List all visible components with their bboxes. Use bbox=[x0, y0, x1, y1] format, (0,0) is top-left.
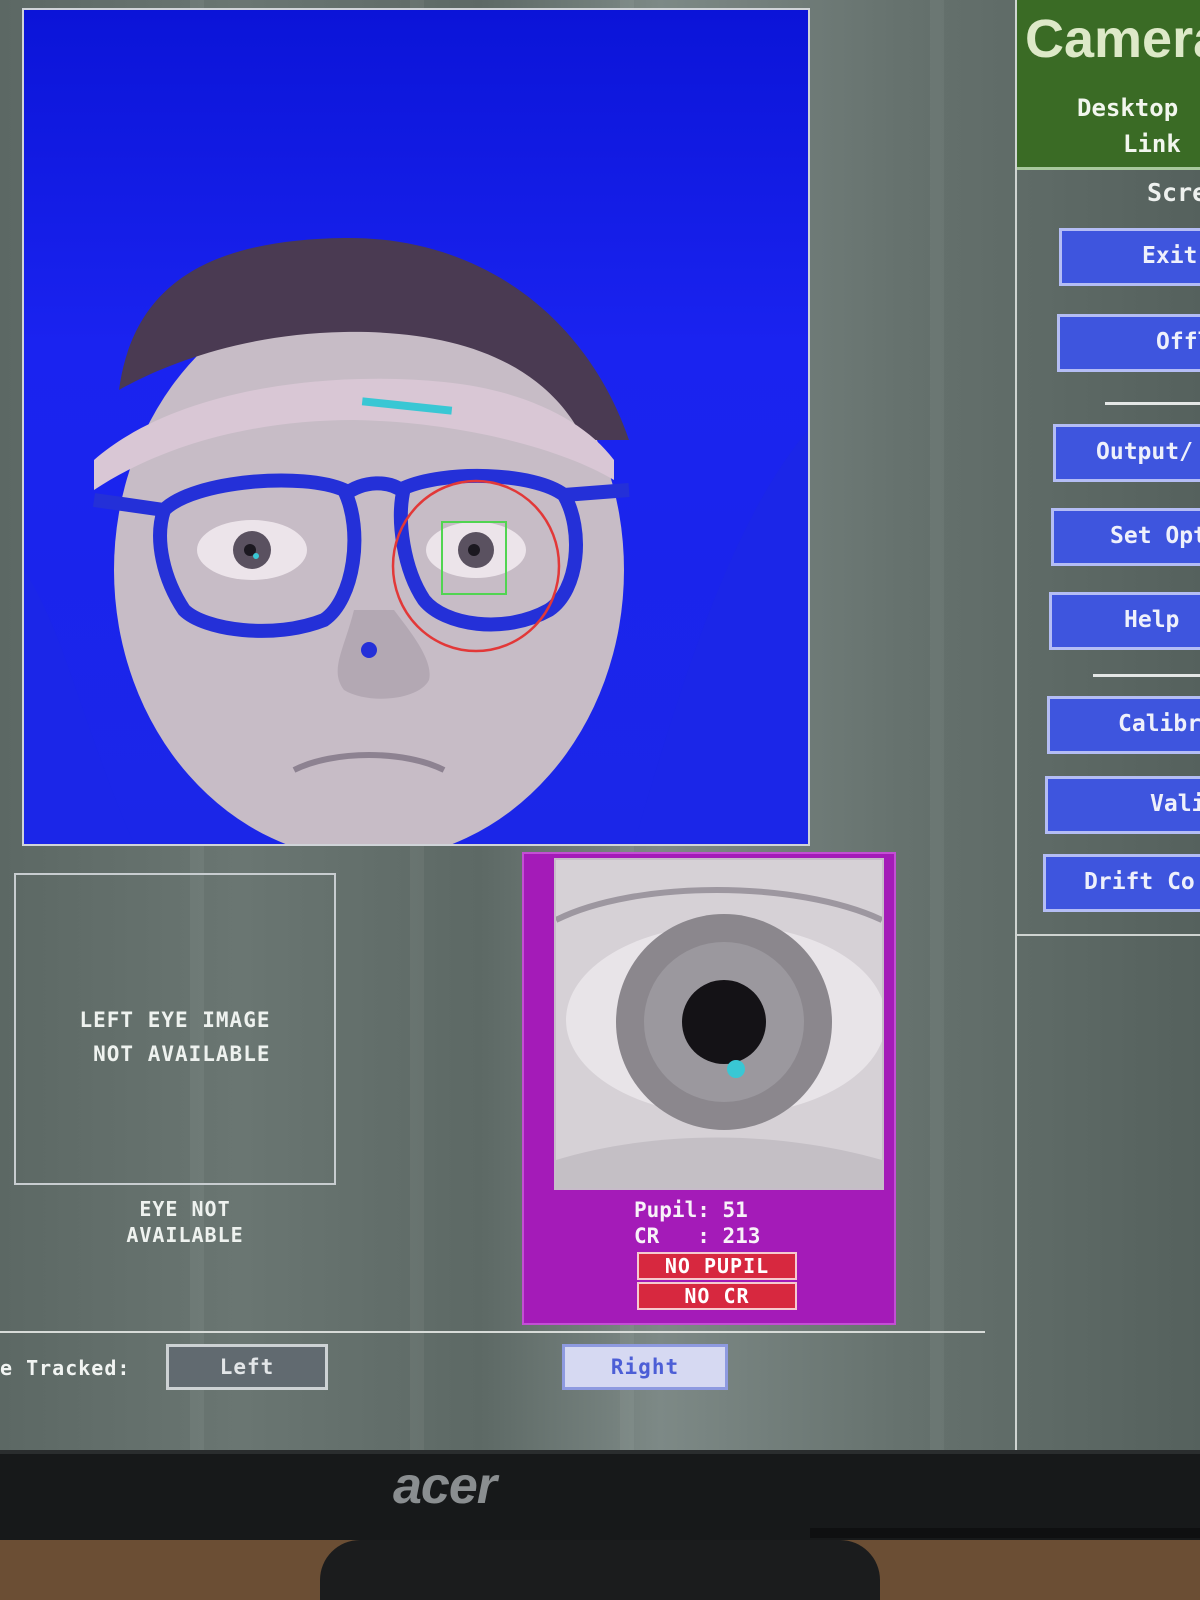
eye-right-button[interactable]: Right bbox=[562, 1344, 728, 1390]
eye-tracked-label: e Tracked: bbox=[0, 1356, 131, 1380]
output-button[interactable]: Output/ bbox=[1053, 424, 1200, 482]
left-eye-status: EYE NOT AVAILABLE bbox=[126, 1197, 244, 1247]
no-cr-status: NO CR bbox=[637, 1282, 797, 1310]
set-options-button[interactable]: Set Opt bbox=[1051, 508, 1200, 566]
offline-button[interactable]: Offl bbox=[1057, 314, 1200, 372]
camera-image bbox=[22, 8, 810, 846]
brand-logo: acer bbox=[393, 1457, 497, 1515]
pupil bbox=[682, 980, 766, 1064]
calibrate-button[interactable]: Calibr bbox=[1047, 696, 1200, 754]
left-eye-panel: LEFT EYE IMAGE NOT AVAILABLE bbox=[14, 873, 336, 1185]
sidebar-subtitle-line2: Link bbox=[1123, 130, 1181, 158]
sidebar-header: Camera Desktop Link bbox=[1017, 0, 1200, 170]
sidebar-subtitle-line1: Desktop bbox=[1077, 94, 1179, 122]
cr-readout: CR : 213 bbox=[634, 1224, 761, 1248]
monitor-screen: LEFT EYE IMAGE NOT AVAILABLE EYE NOT AVA… bbox=[0, 0, 1200, 1450]
separator bbox=[1093, 674, 1200, 677]
corneal-reflection bbox=[727, 1060, 745, 1078]
monitor-buttons bbox=[810, 1528, 1200, 1538]
left-eye-unavailable-message: LEFT EYE IMAGE NOT AVAILABLE bbox=[79, 1008, 271, 1066]
no-pupil-status: NO PUPIL bbox=[637, 1252, 797, 1280]
eye-left-button[interactable]: Left bbox=[166, 1344, 328, 1390]
monitor-stand bbox=[320, 1540, 880, 1600]
divider bbox=[0, 1331, 985, 1333]
pupil-readout: Pupil: 51 bbox=[634, 1198, 748, 1222]
right-eye-panel: Pupil: 51 CR : 213 NO PUPIL NO CR bbox=[522, 852, 896, 1325]
sidebar-title: Camera bbox=[1025, 9, 1200, 69]
drift-correct-button[interactable]: Drift Co bbox=[1043, 854, 1200, 912]
sidebar: Camera Desktop Link Scre Exit Offl Outpu… bbox=[1015, 0, 1200, 1450]
separator bbox=[1105, 402, 1200, 405]
right-eye-image bbox=[554, 858, 884, 1190]
exit-setup-button[interactable]: Exit bbox=[1059, 228, 1200, 286]
divider bbox=[1017, 934, 1200, 936]
help-button[interactable]: Help bbox=[1049, 592, 1200, 650]
sidebar-screen-label: Scre bbox=[1147, 178, 1200, 207]
validate-button[interactable]: Valida bbox=[1045, 776, 1200, 834]
